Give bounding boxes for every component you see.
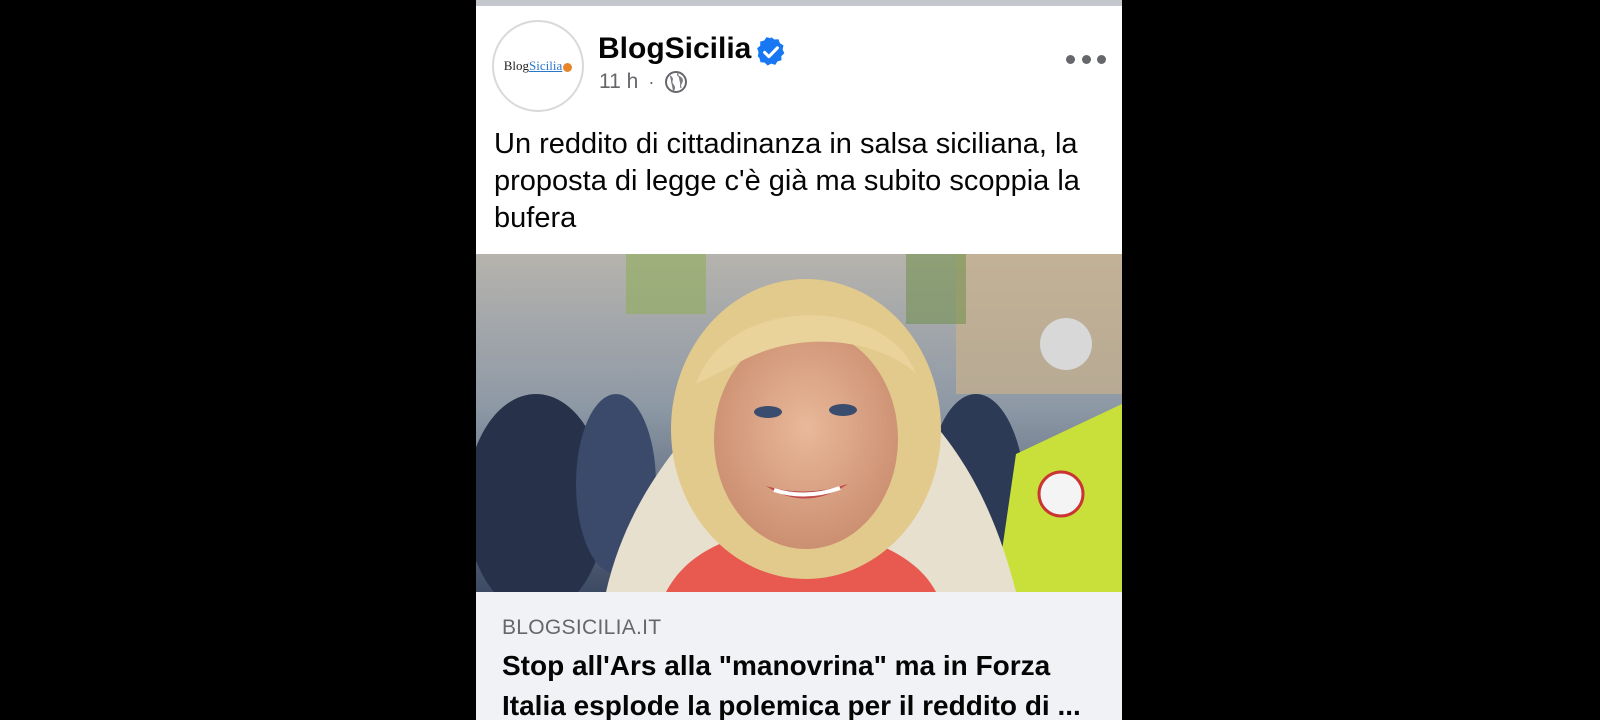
globe-icon: [665, 71, 688, 93]
article-photo[interactable]: [476, 254, 1122, 592]
verified-badge-icon: [757, 37, 785, 66]
avatar-logo-blog: Blog: [503, 58, 530, 73]
avatar-logo: BlogSicilia: [504, 58, 573, 74]
post-meta: 11 h ·: [599, 70, 688, 94]
more-dot-2: [1081, 54, 1091, 64]
top-divider: [476, 0, 1122, 6]
more-dot-1: [1066, 54, 1075, 64]
link-title[interactable]: Stop all'Ars alla "manovrina" ma in Forz…: [502, 646, 1102, 720]
more-dot-3: [1097, 54, 1106, 64]
post-card: BlogSicilia BlogSicilia 11 h · Un reddit…: [476, 0, 1122, 720]
meta-separator: ·: [648, 71, 655, 92]
more-options-icon[interactable]: [1066, 52, 1106, 66]
avatar-logo-dot: [563, 62, 573, 72]
post-text: Un reddito di cittadinanza in salsa sici…: [494, 128, 1080, 234]
page-avatar[interactable]: BlogSicilia: [492, 20, 584, 112]
post-timestamp[interactable]: 11 h: [599, 70, 638, 94]
avatar-logo-sicilia: Sicilia: [529, 58, 563, 73]
page-name[interactable]: BlogSicilia: [598, 32, 751, 66]
link-domain: BLOGSICILIA.IT: [502, 616, 662, 639]
link-preview[interactable]: BLOGSICILIA.IT Stop all'Ars alla "manovr…: [476, 592, 1122, 720]
